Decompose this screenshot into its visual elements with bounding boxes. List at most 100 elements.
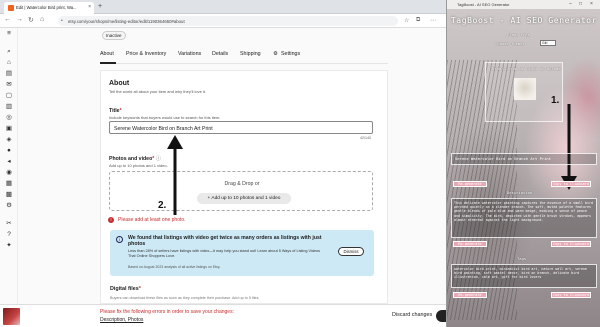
tabs-divider [100, 63, 388, 64]
marketing-icon[interactable]: ◎ [4, 114, 14, 122]
production-icon[interactable]: ◉ [4, 169, 14, 177]
menu-toggle-icon[interactable]: ≡ [4, 30, 14, 38]
tab-title: Edit | Watercolor Bird print, Wa... [16, 5, 77, 10]
tab-shipping[interactable]: Shipping [240, 51, 261, 57]
title-help: Include keywords that buyers would use t… [109, 115, 221, 120]
drag-drop-text: Drag & Drop or [224, 181, 260, 187]
about-subtitle: Tell the world all about your item and w… [109, 89, 207, 94]
add-photos-button[interactable]: + Add up to 10 photos and 1 video [197, 193, 291, 204]
orders-icon[interactable]: ▢ [4, 92, 14, 100]
discard-changes-button[interactable]: Discard changes [392, 312, 432, 318]
tagboost-title-output[interactable]: Serene Watercolor Bird on Branch Art Pri… [451, 153, 597, 165]
listing-thumbnail [3, 308, 20, 325]
bookmark-icon[interactable]: ☆ [404, 17, 409, 24]
photo-dropzone[interactable]: Drag & Drop or + Add up to 10 photos and… [109, 171, 373, 211]
settings-gear-icon: ⚙ [273, 51, 278, 57]
close-window-icon[interactable]: × [590, 1, 593, 7]
url-field[interactable]: • etsy.com/your/shops/me/listing-editor/… [58, 16, 398, 26]
annotation-one: 1. [551, 95, 560, 106]
shop-icon[interactable]: ▩ [4, 191, 14, 199]
annotation-two: 2. [158, 200, 167, 211]
tags-regenerate-button[interactable]: Re-generate [453, 292, 487, 298]
menu-icon[interactable]: ⋯ [430, 17, 436, 24]
tagboost-theme-label: Choose Theme: [495, 41, 525, 46]
info-text: Less than 28% of sellers have listings w… [128, 249, 321, 258]
shop-manager-rail: ≡ ⌕ ⌂ ▤ ✉ ▢ ▥ ◎ ▣ ◈ ● ◂ ◉ ▦ ▩ ⚙ ✂ ? ✦ [0, 28, 18, 304]
photos-help: Add up to 10 photos and 1 video. [109, 163, 168, 168]
close-tab-icon[interactable]: × [88, 4, 91, 10]
tagboost-tags-output[interactable]: watercolor bird print, minimalist bird a… [451, 264, 597, 288]
save-footer: Please fix the following errors in order… [0, 304, 450, 327]
home-icon[interactable]: ⌂ [4, 59, 14, 67]
tagboost-plan: Plan: Free [507, 32, 530, 37]
home-icon[interactable]: ⌂ [40, 16, 44, 23]
finances-icon[interactable]: ▣ [4, 125, 14, 133]
apps-icon[interactable]: ▦ [4, 180, 14, 188]
tagboost-drop-text: Drag & Drop or Click to Upload [492, 66, 561, 71]
digital-files-help: Buyers can download these files as soon … [110, 296, 260, 300]
listings-icon[interactable]: ▤ [4, 70, 14, 78]
video-info-banner: i We found that listings with video get … [110, 230, 374, 276]
tagboost-tags-label: Tags [517, 256, 527, 261]
url-text: etsy.com/your/shops/me/listing-editor/ed… [68, 19, 185, 24]
footer-error-link[interactable]: Description, Photos [100, 317, 143, 323]
minimize-icon[interactable]: – [569, 1, 572, 7]
title-regenerate-button[interactable]: Re-generate [453, 181, 487, 187]
title-input[interactable]: Serene Watercolor Bird on Branch Art Pri… [109, 121, 373, 134]
settings-icon[interactable]: ⚙ [4, 202, 14, 210]
stats-icon[interactable]: ▥ [4, 103, 14, 111]
reload-icon[interactable]: ↻ [28, 16, 34, 24]
annotation-arrow-up-icon [167, 135, 183, 215]
tab-price-inventory[interactable]: Price & Inventory [126, 51, 166, 57]
info-source: Based on August 2023 analysis of all act… [128, 265, 221, 269]
lock-icon: • [61, 18, 63, 24]
tags-copy-button[interactable]: Copy to Clipboard [551, 292, 591, 298]
info-heading: We found that listings with video get tw… [128, 235, 322, 248]
uploaded-bird-image [514, 78, 536, 100]
notifications-icon[interactable]: ✦ [4, 242, 14, 250]
address-bar-row: ← → ↻ ⌂ • etsy.com/your/shops/me/listing… [0, 14, 446, 28]
tagboost-description-output[interactable]: This delicate watercolor painting captur… [451, 198, 597, 238]
tagboost-window: TagBoost - AI SEO Generator – □ × TagBoo… [446, 0, 600, 327]
back-icon[interactable]: ← [4, 16, 11, 23]
extensions-icon[interactable]: ⧉ [416, 17, 420, 24]
search-icon[interactable]: ⌕ [4, 48, 14, 56]
photo-error-text: Please add at least one photo. [118, 217, 186, 223]
etsy-favicon-icon [8, 5, 14, 11]
tab-settings[interactable]: Settings [281, 51, 300, 57]
tagboost-upload-zone[interactable]: Drag & Drop or Click to Upload [485, 62, 563, 122]
browser-tab[interactable]: Edit | Watercolor Bird print, Wa... × [4, 2, 94, 14]
tab-variations[interactable]: Variations [178, 51, 201, 57]
status-badge: Inactive [102, 31, 126, 40]
title-char-counter: 42/140 [360, 136, 371, 140]
title-label: Title* [109, 108, 122, 114]
dismiss-button[interactable]: Dismiss [338, 247, 364, 256]
tagboost-heading: TagBoost - AI SEO Generator [450, 16, 598, 25]
error-icon: ! [108, 217, 114, 223]
about-heading: About [109, 80, 130, 87]
annotation-arrow-down-icon [561, 104, 577, 190]
digital-files-label: Digital files* [110, 286, 141, 292]
description-regenerate-button[interactable]: Re-generate [453, 241, 487, 247]
forward-icon[interactable]: → [16, 16, 23, 23]
help-icon[interactable]: ? [4, 231, 14, 239]
tab-details[interactable]: Details [212, 51, 228, 57]
photos-label: Photos and video* ⓘ [109, 156, 161, 162]
tagboost-theme-select[interactable]: Girl [540, 40, 556, 46]
tools-icon[interactable]: ✂ [4, 220, 14, 228]
integrations-icon[interactable]: ◈ [4, 136, 14, 144]
browser-tab-bar: Edit | Watercolor Bird print, Wa... × + [0, 0, 446, 14]
community-icon[interactable]: ● [4, 147, 14, 155]
description-copy-button[interactable]: Copy to Clipboard [551, 241, 591, 247]
title-copy-button[interactable]: Copy to Clipboard [551, 181, 591, 187]
footer-error-line: Please fix the following errors in order… [100, 309, 234, 315]
tagboost-window-title: TagBoost - AI SEO Generator [457, 2, 510, 7]
maximize-icon[interactable]: □ [579, 1, 582, 7]
messages-icon[interactable]: ✉ [4, 81, 14, 89]
sales-channels-icon[interactable]: ◂ [4, 158, 14, 166]
tagboost-titlebar: TagBoost - AI SEO Generator – □ × [447, 0, 600, 9]
tagboost-description-label: Description [507, 190, 533, 195]
tab-about[interactable]: About [100, 51, 114, 57]
lightbulb-icon: i [116, 236, 123, 243]
new-tab-icon[interactable]: + [98, 3, 102, 10]
